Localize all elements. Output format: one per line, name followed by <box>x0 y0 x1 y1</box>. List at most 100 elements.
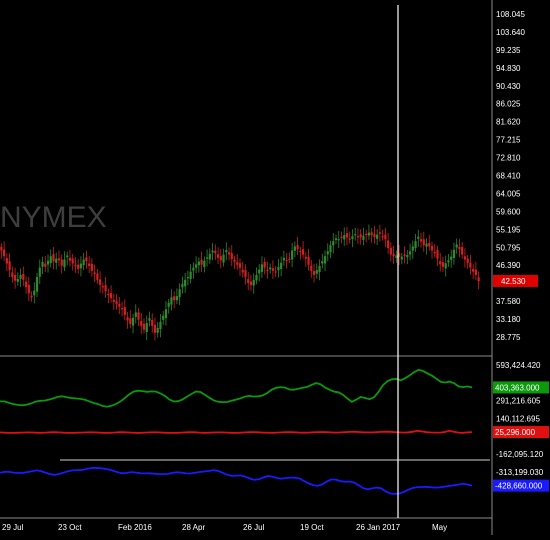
candle-body <box>474 269 477 275</box>
candle-body <box>126 317 129 321</box>
price-candles <box>0 224 480 341</box>
candle-body <box>52 254 55 262</box>
candle-body <box>137 312 140 320</box>
price-axis-tick-label: 33.180 <box>496 315 521 324</box>
candle-body <box>148 318 151 321</box>
candle-body <box>19 274 22 279</box>
candle-body <box>296 245 299 249</box>
candle-body <box>140 321 143 326</box>
candle-body <box>408 251 412 255</box>
panel-dividers <box>0 0 493 535</box>
candle-body <box>373 234 376 238</box>
futures-chart: NYMEX 108.045 103.640 99.235 94.830 90.430 86… <box>0 0 550 535</box>
candle-body <box>233 259 236 262</box>
candle-body <box>249 281 253 286</box>
price-axis-tick-label: 68.410 <box>496 172 521 181</box>
candle-body <box>428 243 431 247</box>
candle-body <box>60 259 63 266</box>
candle-body <box>332 241 335 246</box>
candle-body <box>192 267 195 271</box>
candle-body <box>164 309 168 319</box>
candle-body <box>378 232 381 234</box>
open-interest-lines <box>0 368 473 495</box>
candle-body <box>49 256 52 264</box>
candle-body <box>156 327 159 333</box>
candle-body <box>205 257 209 259</box>
candle-body <box>351 236 354 240</box>
price-axis-tick-label: 28.775 <box>496 333 521 342</box>
candle-body <box>88 263 91 266</box>
price-axis-tick-label: 37.580 <box>496 297 521 306</box>
time-axis-label: Feb 2016 <box>118 523 152 532</box>
time-axis-label: May <box>432 523 447 532</box>
candle-body <box>329 245 332 253</box>
candle-body <box>46 260 50 265</box>
candle-body <box>118 303 121 307</box>
candle-body <box>104 285 107 292</box>
candle-body <box>216 254 220 258</box>
candle-body <box>419 239 423 242</box>
time-axis-label: 28 Apr <box>182 523 205 532</box>
candle-body <box>280 262 283 269</box>
candle-body <box>269 267 272 270</box>
candle-body <box>403 254 406 256</box>
candle-body <box>417 236 420 239</box>
candle-body <box>433 252 436 254</box>
candle-body <box>425 243 428 247</box>
candle-body <box>370 232 373 236</box>
candle-body <box>159 321 162 330</box>
candle-body <box>77 264 80 269</box>
candle-body <box>318 265 321 273</box>
candle-body <box>422 239 425 246</box>
candle-body <box>255 274 258 281</box>
oi-axis-tick-label: 140,112.695 <box>496 415 540 424</box>
candle-body <box>376 234 379 239</box>
chart-canvas: NYMEX 108.045 103.640 99.235 94.830 90.430 86… <box>0 0 549 535</box>
candle-body <box>101 286 104 288</box>
candle-body <box>367 232 371 236</box>
candle-body <box>93 272 96 275</box>
candle-body <box>153 324 157 333</box>
candle-body <box>44 263 47 267</box>
candle-body <box>109 293 113 299</box>
candle-body <box>208 253 211 260</box>
candle-body <box>68 257 72 261</box>
candle-body <box>173 296 176 301</box>
candle-body <box>301 249 305 255</box>
candle-body <box>277 266 280 271</box>
candle-body <box>466 258 469 264</box>
candle-body <box>236 262 239 265</box>
candle-body <box>214 250 217 254</box>
candle-body <box>33 290 36 296</box>
candle-body <box>458 246 461 250</box>
candle-body <box>175 296 179 301</box>
candle-body <box>211 250 214 253</box>
candle-body <box>293 246 296 251</box>
candle-body <box>222 254 225 263</box>
candle-body <box>356 236 360 238</box>
candle-body <box>274 271 277 273</box>
candle-body <box>200 259 203 265</box>
price-axis-tick-label: 64.005 <box>496 189 521 198</box>
candle-body <box>35 277 39 292</box>
candle-body <box>291 250 294 260</box>
candle-body <box>263 261 266 268</box>
candle-body <box>85 257 88 262</box>
candle-body <box>354 234 357 236</box>
candle-body <box>129 318 132 324</box>
last-price-label: 42.530 <box>501 277 526 286</box>
candle-body <box>299 250 302 253</box>
candle-body <box>71 258 74 264</box>
candle-body <box>334 238 338 241</box>
candle-body <box>447 260 450 263</box>
candle-body <box>115 301 118 305</box>
candle-body <box>436 249 439 259</box>
price-axis-tick-label: 46.390 <box>496 261 521 270</box>
candle-body <box>247 279 250 284</box>
price-axis-tick-label: 55.195 <box>496 225 521 234</box>
candle-body <box>241 269 244 273</box>
candle-body <box>41 261 44 267</box>
candle-body <box>452 249 456 259</box>
candle-body <box>96 273 99 280</box>
price-axis-tick-label: 103.640 <box>496 28 525 37</box>
